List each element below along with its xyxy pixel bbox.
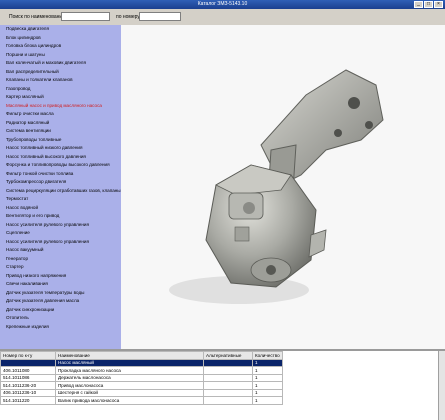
sidebar-item[interactable]: Подвеска двигателя [0,25,121,34]
sidebar-item[interactable]: Насос вакуумный [0,246,121,255]
sidebar-item[interactable]: Генератор [0,255,121,264]
sidebar-item[interactable]: Турбокомпрессор двигателя [0,178,121,187]
column-header-name[interactable]: Наименование [55,351,204,360]
window-title: Каталог ЗМЗ-5143.10 [197,1,248,7]
sidebar-item[interactable]: Термостат [0,195,121,204]
cell-name: Насос масляный [55,358,204,367]
cell-alternatives [203,366,253,375]
sidebar-item[interactable]: Насос топливный высокого давления [0,153,121,162]
column-header-quantity[interactable]: Количество [252,351,283,360]
sidebar-item[interactable]: Привод низкого напряжения [0,272,121,281]
sidebar-item[interactable]: Головка блока цилиндров [0,42,121,51]
cell-alternatives [203,388,253,397]
sidebar-item[interactable]: Датчик синхронизации [0,306,121,315]
table-vertical-scrollbar[interactable] [438,351,445,420]
column-header-alternatives[interactable]: Альтернативные [203,351,253,360]
sidebar-item[interactable]: Картер масляный [0,93,121,102]
sidebar-item[interactable]: Датчик указателя температуры воды [0,289,121,298]
search-name-label: Поиск по наименованию: [9,14,68,20]
table-row[interactable]: 514.1011086 Держатель маслонасоса 1 [0,373,283,382]
sidebar-item[interactable]: Свечи накаливания [0,280,121,289]
table-row[interactable]: Насос масляный 1 [0,358,283,367]
sidebar-item[interactable]: Система вентиляции [0,127,121,136]
sidebar-item[interactable]: Насос усилителя рулевого управления [0,221,121,230]
cell-number: 514.1011220 [0,396,56,405]
part-image-viewer [121,25,445,349]
sidebar-item[interactable]: Вентилятор и его привод [0,212,121,221]
table-row[interactable]: 406.1011236-10 Шестерня с гайкой 1 [0,388,283,397]
sidebar-item[interactable]: Стартер [0,263,121,272]
sidebar-item[interactable]: Датчик указателя давления масла [0,297,121,306]
sidebar-item[interactable]: Отопитель [0,314,121,323]
sidebar-item[interactable]: Сцепление [0,229,121,238]
table-row[interactable]: 514.1011220 Валик привода маслонасоса 1 [0,396,283,405]
sidebar-item[interactable]: Насос водяной [0,204,121,213]
cell-quantity: 1 [252,366,283,375]
search-number-label: по номеру: [116,14,142,20]
cell-quantity: 1 [252,373,283,382]
sidebar-item[interactable]: Трубопроводы топливные [0,136,121,145]
cell-number: 514.1011236-20 [0,381,56,390]
cell-number: 406.1011080 [0,366,56,375]
cell-quantity: 1 [252,358,283,367]
cell-quantity: 1 [252,388,283,397]
parts-table: Номер по к-гу Наименование Альтернативны… [0,351,283,405]
sidebar-item[interactable]: Фильтр очистки масла [0,110,121,119]
minimize-button[interactable]: _ [414,1,423,8]
sidebar-item[interactable]: Поршни и шатуны [0,51,121,60]
cell-number [0,358,56,367]
cell-number: 406.1011236-10 [0,388,56,397]
cell-name: Привод маслонасоса [55,381,204,390]
title-bar: Каталог ЗМЗ-5143.10 _ □ × [0,0,445,9]
search-number-input[interactable] [139,12,181,21]
search-name-input[interactable] [61,12,110,21]
table-row[interactable]: 406.1011080 Прокладка масляного насоса 1 [0,366,283,375]
cell-alternatives [203,381,253,390]
cell-name: Валик привода маслонасоса [55,396,204,405]
cell-name: Шестерня с гайкой [55,388,204,397]
sidebar-item[interactable]: Блок цилиндров [0,34,121,43]
category-sidebar: Подвеска двигателя Блок цилиндров Головка … [0,25,122,349]
sidebar-item[interactable]: Газопровод [0,85,121,94]
cell-number: 514.1011086 [0,373,56,382]
sidebar-item[interactable]: Форсунка и топливопроводы высокого давле… [0,161,121,170]
sidebar-item[interactable]: Фильтр тонкой очистки топлива [0,170,121,179]
sidebar-item[interactable]: Вал коленчатый и маховик двигателя [0,59,121,68]
cell-quantity: 1 [252,381,283,390]
sidebar-item[interactable]: Клапаны и толкатели клапанов [0,76,121,85]
cell-name: Прокладка масляного насоса [55,366,204,375]
parts-table-panel: Номер по к-гу Наименование Альтернативны… [0,351,445,420]
sidebar-item[interactable]: Вал распределительный [0,68,121,77]
cell-alternatives [203,358,253,367]
sidebar-item[interactable]: Масляный насос и привод масляного насоса [0,102,121,111]
sidebar-item[interactable]: Радиатор масляный [0,119,121,128]
cell-quantity: 1 [252,396,283,405]
search-bar: Поиск по наименованию: по номеру: [0,9,445,26]
cell-alternatives [203,373,253,382]
table-header-row: Номер по к-гу Наименование Альтернативны… [0,351,283,360]
sidebar-item[interactable]: Система рециркуляции отработавших газов,… [0,187,121,196]
cell-alternatives [203,396,253,405]
sidebar-item[interactable]: Насос топливный низкого давления [0,144,121,153]
cell-name: Держатель маслонасоса [55,373,204,382]
close-button[interactable]: × [434,1,443,8]
oil-pump-image [169,69,384,304]
sidebar-item[interactable]: Насос усилителя рулевого управления [0,238,121,247]
sidebar-item[interactable]: Крепежные изделия [0,323,121,332]
maximize-button[interactable]: □ [424,1,433,8]
column-header-number[interactable]: Номер по к-гу [0,351,56,360]
table-row[interactable]: 514.1011236-20 Привод маслонасоса 1 [0,381,283,390]
